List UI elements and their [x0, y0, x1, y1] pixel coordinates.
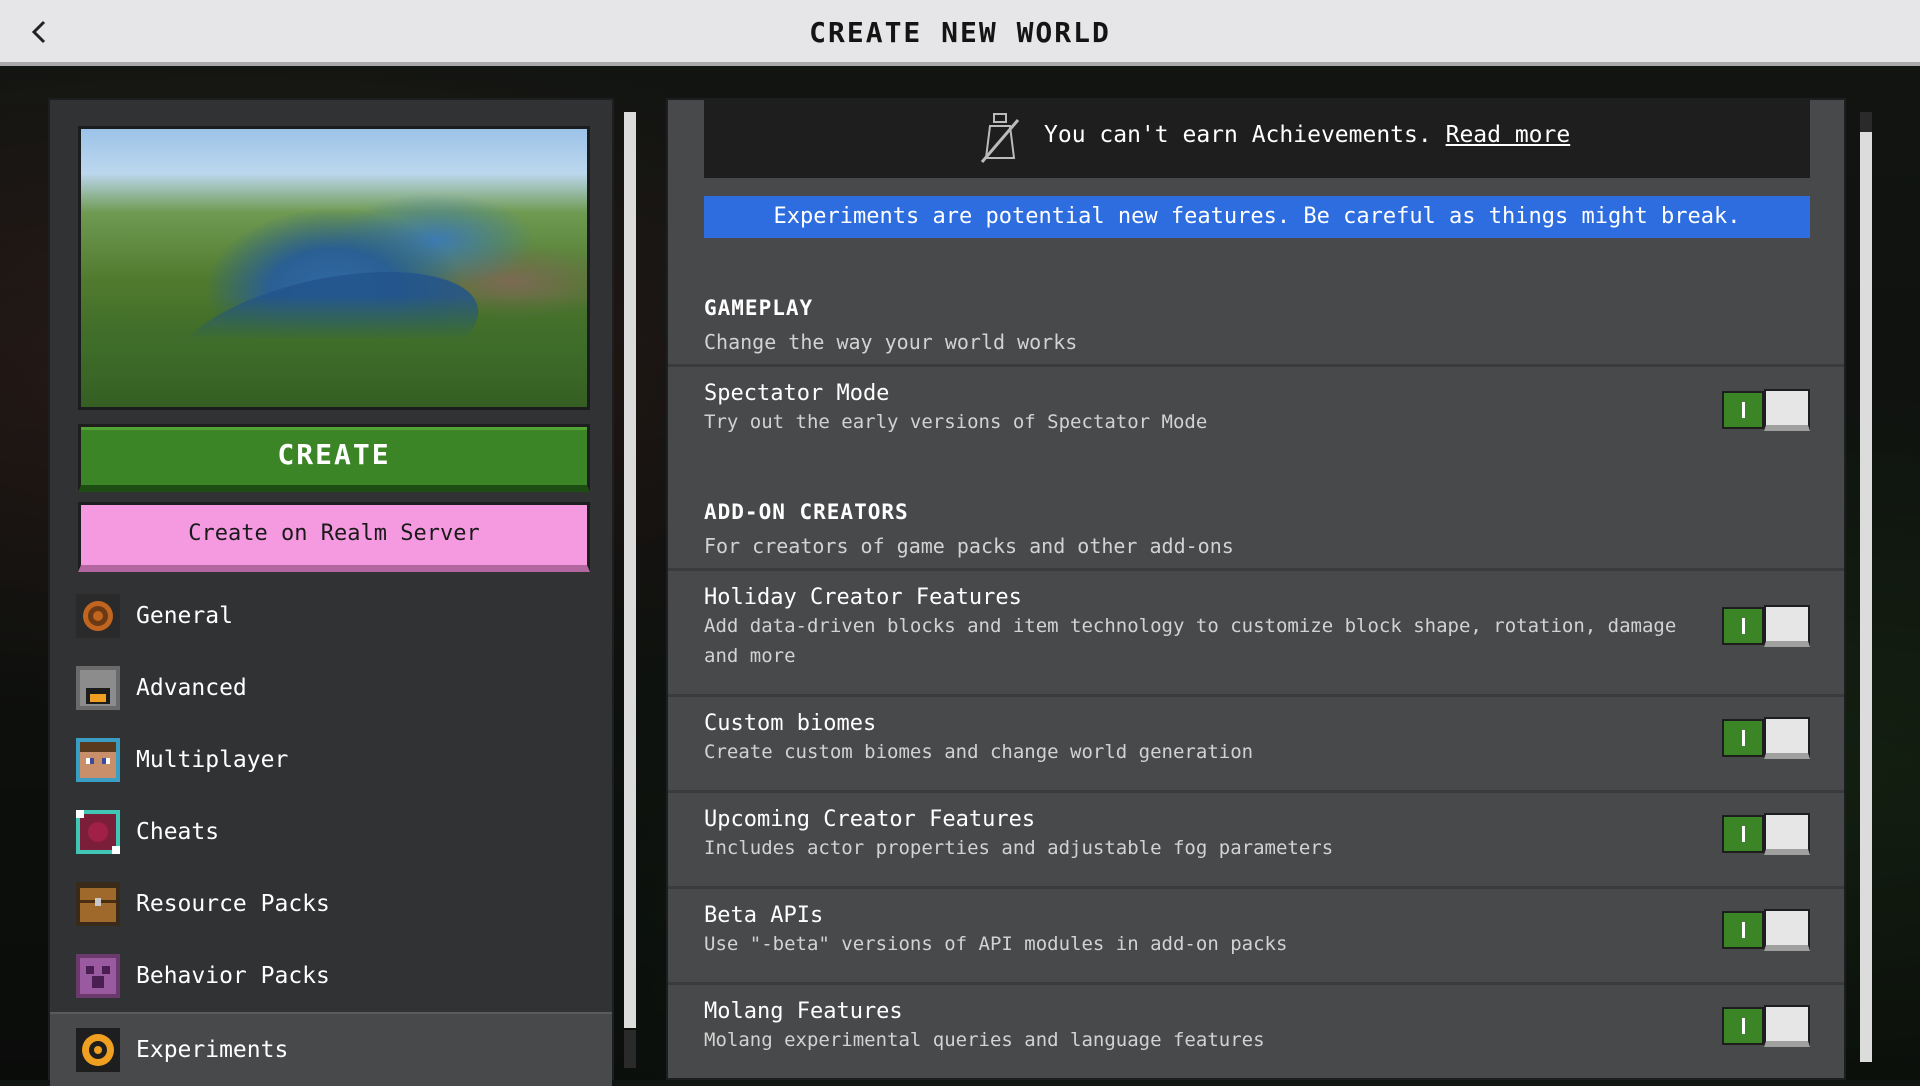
toggle-title: Upcoming Creator Features: [704, 807, 1036, 832]
achievement-disabled-icon: [976, 112, 1024, 166]
furnace-icon: [76, 666, 120, 710]
toggle-description: Includes actor properties and adjustable…: [704, 837, 1334, 859]
nav-label: General: [136, 603, 233, 629]
toggle-description: Molang experimental queries and language…: [704, 1029, 1265, 1051]
spectator-mode-toggle[interactable]: [1722, 389, 1812, 431]
toggle-title: Molang Features: [704, 999, 903, 1024]
toggle-title: Holiday Creator Features: [704, 585, 1022, 610]
experiments-warning-banner: Experiments are potential new features. …: [704, 196, 1810, 238]
nav-label: Multiplayer: [136, 747, 289, 773]
toggle-description: Create custom biomes and change world ge…: [704, 741, 1254, 763]
nav-label: Experiments: [136, 1037, 289, 1063]
toggle-description: Use "-beta" versions of API modules in a…: [704, 933, 1288, 955]
create-button[interactable]: CREATE: [78, 424, 590, 492]
toggle-description: Try out the early versions of Spectator …: [704, 411, 1208, 433]
nav-label: Behavior Packs: [136, 963, 330, 989]
toggle-row-molang-features: Molang Features Molang experimental quer…: [668, 982, 1844, 1078]
custom-biomes-toggle[interactable]: [1722, 717, 1812, 759]
steve-icon: [76, 738, 120, 782]
molang-features-toggle[interactable]: [1722, 1005, 1812, 1047]
upcoming-creator-features-toggle[interactable]: [1722, 813, 1812, 855]
nav-item-general[interactable]: General: [50, 580, 612, 652]
toggle-row-custom-biomes: Custom biomes Create custom biomes and c…: [668, 694, 1844, 790]
nav-item-cheats[interactable]: Cheats: [50, 796, 612, 868]
command-block-icon: [76, 810, 120, 854]
top-bar: CREATE NEW WORLD: [0, 0, 1920, 66]
holiday-creator-features-toggle[interactable]: [1722, 605, 1812, 647]
nav-item-multiplayer[interactable]: Multiplayer: [50, 724, 612, 796]
left-scrollbar-thumb[interactable]: [624, 112, 636, 1028]
right-scrollbar-track[interactable]: [1860, 112, 1872, 132]
section-subtitle-addon-creators: For creators of game packs and other add…: [704, 534, 1234, 558]
right-scrollbar-thumb[interactable]: [1860, 112, 1872, 1062]
nav-label: Resource Packs: [136, 891, 330, 917]
section-subtitle-gameplay: Change the way your world works: [704, 330, 1078, 354]
achievements-message: You can't earn Achievements.: [1044, 122, 1432, 148]
nav-item-behavior-packs[interactable]: Behavior Packs: [50, 940, 612, 1012]
nav-label: Advanced: [136, 675, 247, 701]
beta-apis-toggle[interactable]: [1722, 909, 1812, 951]
world-preview-image: [78, 126, 590, 430]
settings-nav: General Advanced Multiplayer Cheats Reso…: [50, 580, 612, 1086]
page-title: CREATE NEW WORLD: [809, 16, 1111, 49]
section-title-gameplay: GAMEPLAY: [704, 296, 814, 320]
section-title-addon-creators: ADD-ON CREATORS: [704, 500, 909, 524]
gear-icon: [76, 594, 120, 638]
create-on-realm-button[interactable]: Create on Realm Server: [78, 502, 590, 572]
toggle-row-holiday-creator-features: Holiday Creator Features Add data-driven…: [668, 568, 1844, 694]
toggle-title: Spectator Mode: [704, 381, 890, 406]
toggle-title: Custom biomes: [704, 711, 877, 736]
toggle-row-upcoming-creator-features: Upcoming Creator Features Includes actor…: [668, 790, 1844, 886]
read-more-link[interactable]: Read more: [1446, 122, 1571, 148]
experiments-icon: [76, 1028, 120, 1072]
achievements-text: You can't earn Achievements. Read more: [1044, 122, 1570, 148]
toggle-title: Beta APIs: [704, 903, 824, 928]
creeper-icon: [76, 954, 120, 998]
toggle-description: Add data-driven blocks and item technolo…: [704, 615, 1677, 667]
nav-item-resource-packs[interactable]: Resource Packs: [50, 868, 612, 940]
nav-item-experiments[interactable]: Experiments: [50, 1012, 612, 1086]
nav-label: Cheats: [136, 819, 220, 845]
chest-icon: [76, 882, 120, 926]
toggle-row-beta-apis: Beta APIs Use "-beta" versions of API mo…: [668, 886, 1844, 982]
toggle-row-spectator-mode: Spectator Mode Try out the early version…: [668, 364, 1844, 458]
nav-item-advanced[interactable]: Advanced: [50, 652, 612, 724]
experiments-panel: You can't earn Achievements. Read more E…: [666, 98, 1846, 1080]
left-panel: CREATE Create on Realm Server General Ad…: [48, 98, 614, 1086]
left-scrollbar-track[interactable]: [624, 1030, 636, 1068]
achievements-notice: You can't earn Achievements. Read more: [704, 100, 1810, 178]
